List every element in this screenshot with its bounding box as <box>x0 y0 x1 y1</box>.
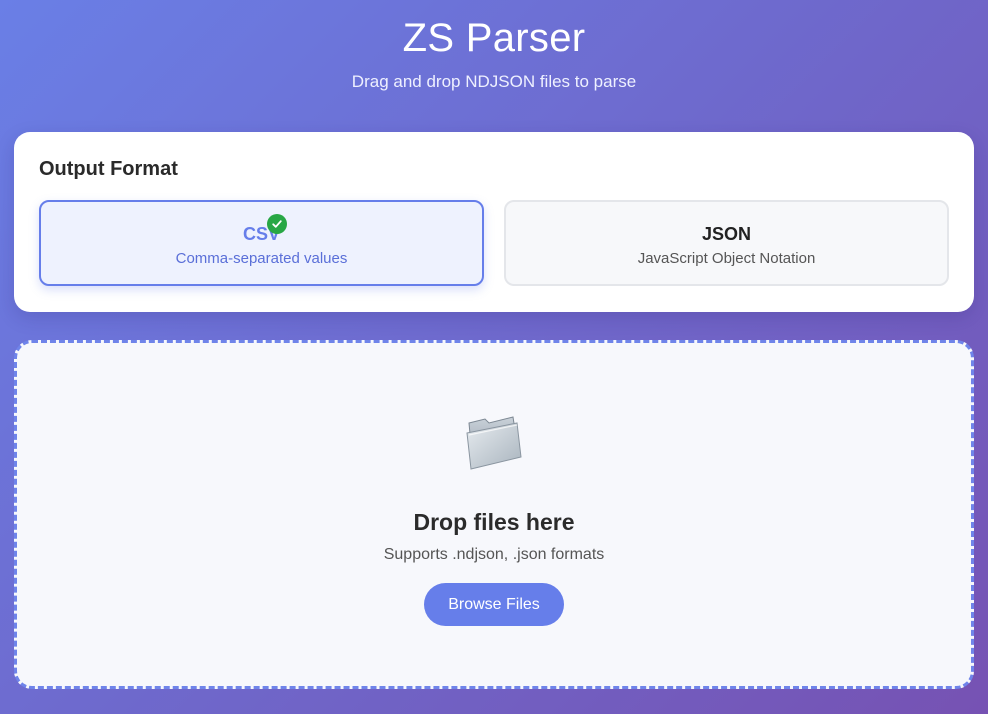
format-option-csv[interactable]: CSV Comma-separated values <box>39 200 484 286</box>
dropzone-title: Drop files here <box>413 509 575 535</box>
format-option-json[interactable]: JSON JavaScript Object Notation <box>504 200 949 286</box>
page-subtitle: Drag and drop NDJSON files to parse <box>351 72 637 91</box>
page-title: ZS Parser <box>402 16 586 60</box>
output-format-heading: Output Format <box>39 158 178 180</box>
format-option-json-label: JSON <box>701 224 752 244</box>
dropzone-subtitle: Supports .ndjson, .json formats <box>383 546 605 563</box>
folder-icon <box>463 411 525 473</box>
format-option-json-description: JavaScript Object Notation <box>637 250 816 267</box>
browse-files-button[interactable]: Browse Files <box>424 583 564 626</box>
check-circle-icon <box>267 214 287 234</box>
format-option-csv-label: CSV <box>242 224 280 244</box>
file-dropzone[interactable]: Drop files here Supports .ndjson, .json … <box>14 340 974 689</box>
output-format-card: Output Format CSV Comma-separated values… <box>14 132 974 312</box>
format-option-csv-description: Comma-separated values <box>175 250 348 267</box>
